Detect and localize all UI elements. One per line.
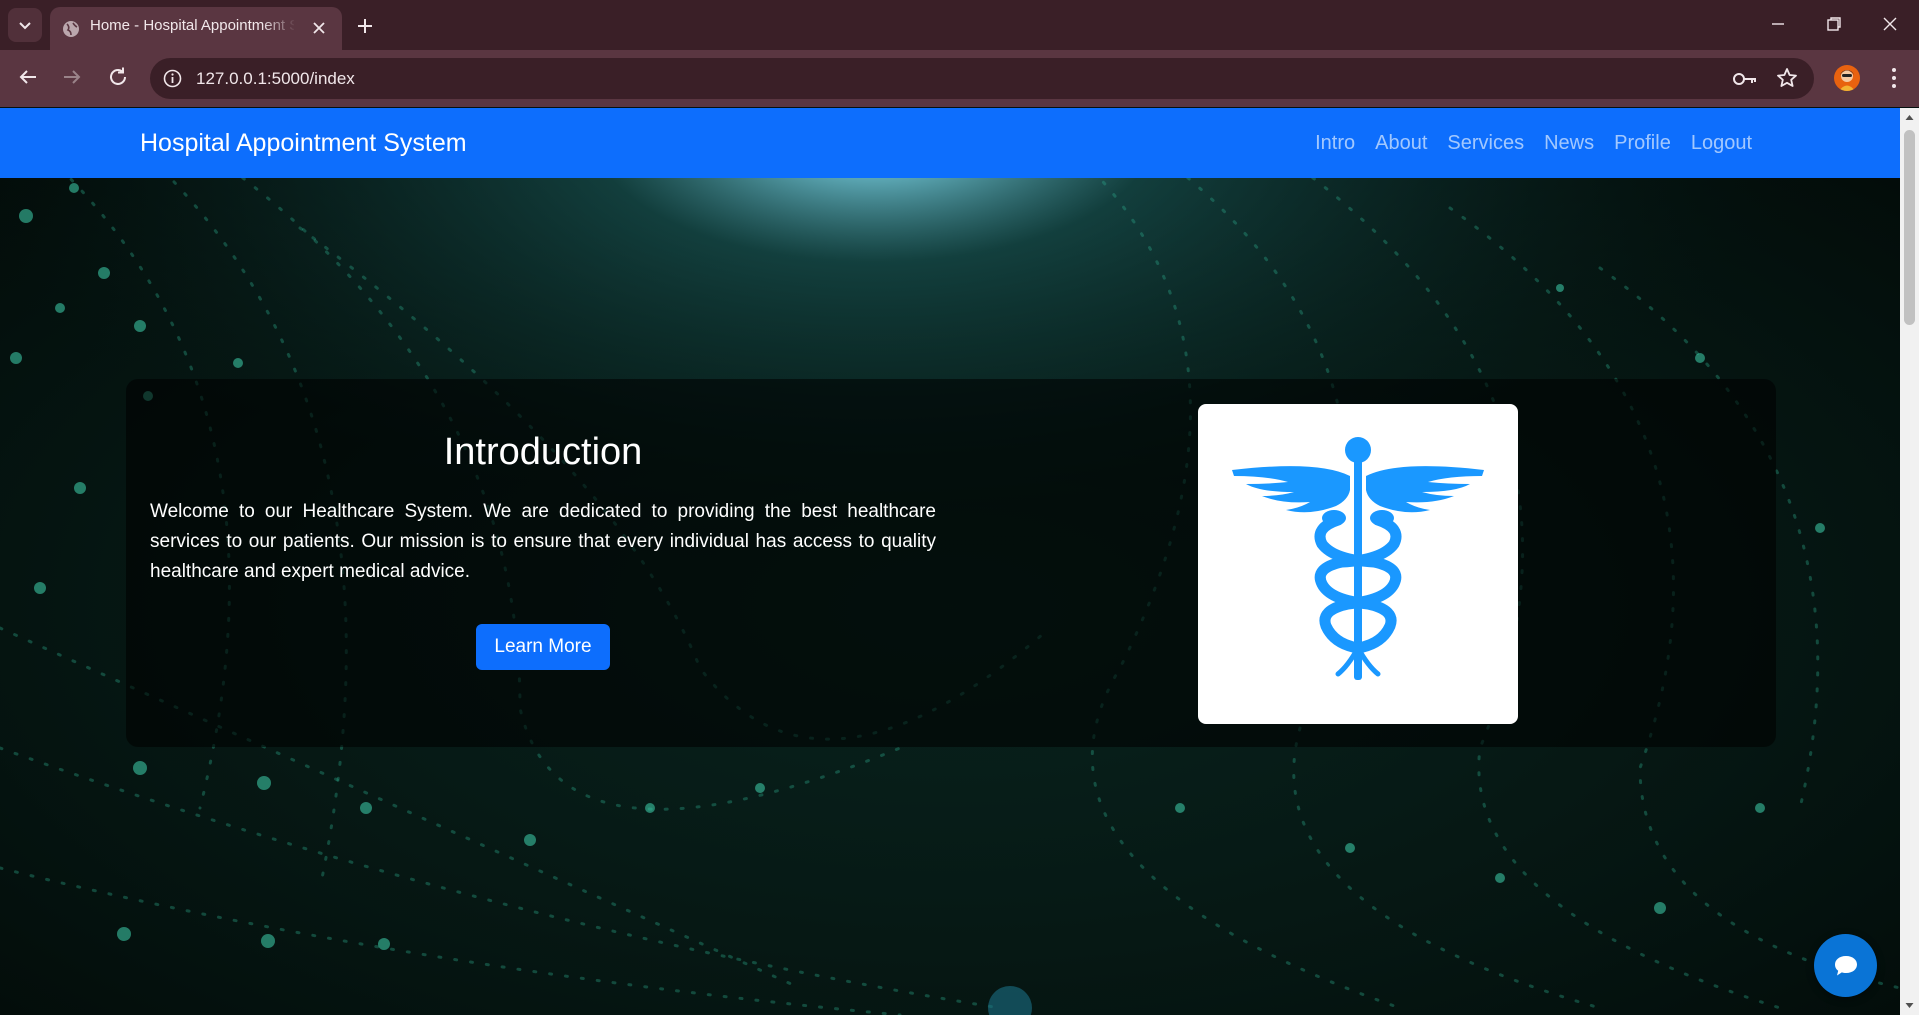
bookmark-star-icon[interactable] (1776, 67, 1798, 89)
intro-section: Introduction Welcome to our Healthcare S… (126, 379, 1776, 747)
site-info-icon[interactable] (162, 68, 183, 89)
browser-tab-strip: Home - Hospital Appointment System (0, 0, 1919, 50)
tab-search-button[interactable] (8, 8, 42, 42)
chevron-down-icon (19, 22, 31, 30)
nav-link-about[interactable]: About (1375, 132, 1427, 155)
top-navbar: Hospital Appointment System Intro About … (0, 108, 1900, 178)
learn-more-button[interactable]: Learn More (476, 624, 610, 670)
profile-avatar[interactable] (1834, 65, 1860, 91)
browser-toolbar: 127.0.0.1:5000/index (0, 50, 1919, 107)
back-arrow-icon[interactable] (16, 65, 40, 89)
new-tab-icon[interactable] (354, 15, 376, 37)
scroll-up-arrow-icon[interactable] (1904, 112, 1915, 122)
intro-heading: Introduction (443, 431, 643, 473)
close-window-icon[interactable] (1880, 14, 1900, 34)
address-bar[interactable]: 127.0.0.1:5000/index (150, 58, 1814, 99)
nav-link-news[interactable]: News (1544, 132, 1594, 155)
minimize-icon[interactable] (1768, 14, 1788, 34)
reload-icon[interactable] (106, 65, 130, 89)
more-menu-icon[interactable] (1884, 65, 1904, 91)
forward-arrow-icon[interactable] (60, 65, 84, 89)
chat-bubble-icon (1834, 955, 1857, 975)
scroll-down-arrow-icon[interactable] (1904, 1001, 1915, 1011)
intro-text: Welcome to our Healthcare System. We are… (150, 501, 936, 582)
scrollbar-thumb[interactable] (1904, 130, 1915, 325)
tab-title-fade (262, 7, 296, 47)
navbar-brand[interactable]: Hospital Appointment System (140, 108, 467, 178)
browser-tab-active[interactable]: Home - Hospital Appointment System (50, 7, 342, 50)
nav-link-services[interactable]: Services (1447, 132, 1524, 155)
chat-button[interactable] (1814, 934, 1877, 997)
caduceus-icon (1232, 437, 1484, 680)
password-key-icon[interactable] (1732, 68, 1758, 90)
nav-links: Intro About Services News Profile Logout (1295, 108, 1752, 178)
nav-link-profile[interactable]: Profile (1614, 132, 1671, 155)
intro-image (1198, 404, 1518, 724)
avatar-icon (1839, 70, 1855, 91)
page-scrollbar[interactable] (1900, 108, 1919, 1015)
url-text: 127.0.0.1:5000/index (196, 69, 355, 88)
globe-icon (63, 21, 79, 37)
nav-link-intro[interactable]: Intro (1315, 132, 1355, 155)
close-icon[interactable] (310, 19, 328, 37)
web-page: Hospital Appointment System Intro About … (0, 108, 1900, 1015)
nav-link-logout[interactable]: Logout (1691, 132, 1752, 155)
restore-icon[interactable] (1824, 14, 1844, 34)
